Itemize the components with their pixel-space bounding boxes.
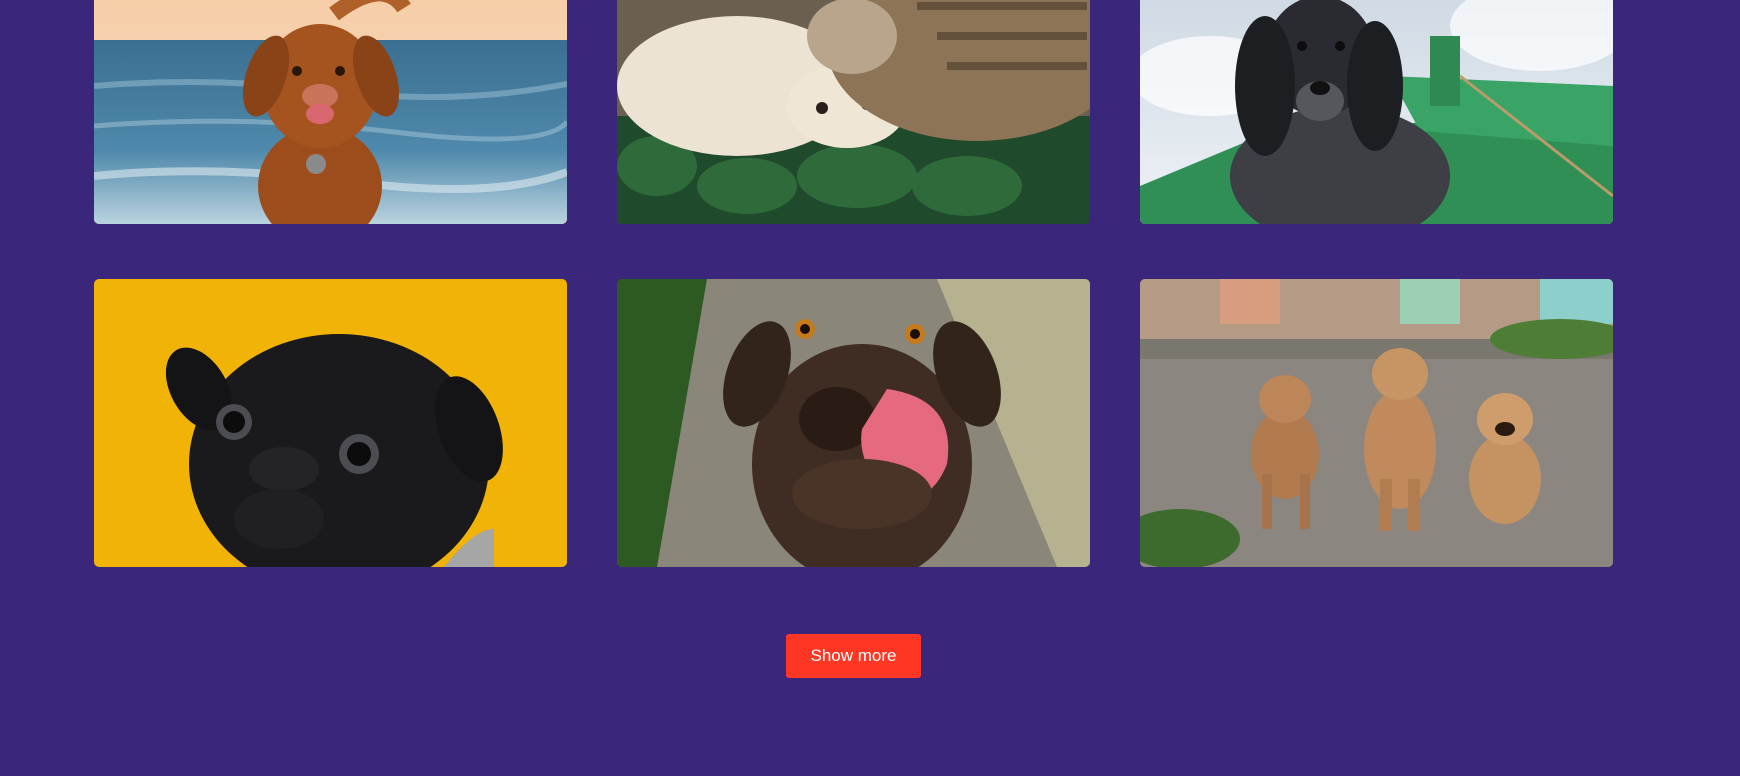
puppies-photo [1140, 279, 1613, 567]
gallery-image-dog-beach[interactable] [94, 0, 567, 224]
dog-beach-photo [94, 0, 567, 224]
gallery-image-spaniel-boat[interactable] [1140, 0, 1613, 224]
gallery-image-labrador[interactable] [617, 279, 1090, 567]
gallery-image-pug-yellow[interactable] [94, 279, 567, 567]
gallery-image-puppies[interactable] [1140, 279, 1613, 567]
spaniel-boat-photo [1140, 0, 1613, 224]
cat-puppy-photo [617, 0, 1090, 224]
pug-yellow-photo [94, 279, 567, 567]
show-more-button[interactable]: Show more [786, 634, 921, 678]
page: Show more [0, 0, 1740, 776]
labrador-photo [617, 279, 1090, 567]
gallery-image-cat-puppy[interactable] [617, 0, 1090, 224]
